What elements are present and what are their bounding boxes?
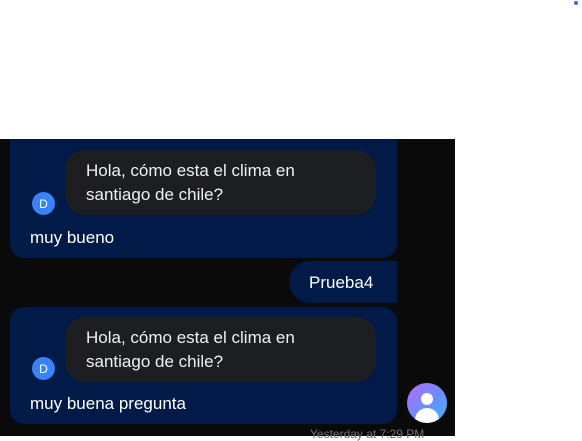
avatar-letter: D <box>39 361 48 376</box>
quoted-question-bubble[interactable]: Hola, cómo esta el clima en santiago de … <box>65 150 376 215</box>
avatar-letter: D <box>39 196 48 211</box>
dot-icon <box>574 1 578 5</box>
sent-message-text: Prueba4 <box>309 273 374 292</box>
sender-avatar-icon[interactable]: D <box>32 192 55 215</box>
quoted-question-text: Hola, cómo esta el clima en santiago de … <box>86 161 295 204</box>
message-timestamp: Yesterday at 7:29 PM <box>310 427 425 441</box>
message-group: Hola, cómo esta el clima en santiago de … <box>10 139 397 258</box>
reply-text: muy buena pregunta <box>30 394 186 413</box>
user-avatar-icon[interactable] <box>407 383 447 423</box>
quoted-question-text: Hola, cómo esta el clima en santiago de … <box>86 328 295 371</box>
avatar-shoulders-shape <box>415 408 439 423</box>
reply-text: muy bueno <box>30 228 115 247</box>
message-group: Hola, cómo esta el clima en santiago de … <box>10 307 397 424</box>
chat-thread: Hola, cómo esta el clima en santiago de … <box>0 139 455 436</box>
sender-avatar-icon[interactable]: D <box>32 357 55 380</box>
quoted-question-bubble[interactable]: Hola, cómo esta el clima en santiago de … <box>65 317 376 382</box>
sent-message-bubble[interactable]: Prueba4 <box>289 261 397 303</box>
avatar-head-shape <box>421 393 433 405</box>
